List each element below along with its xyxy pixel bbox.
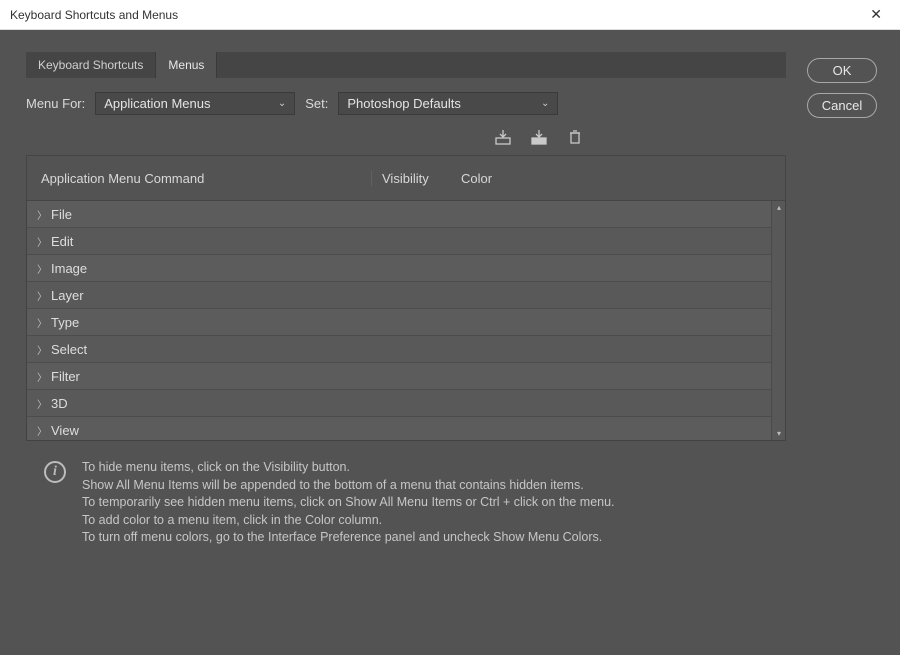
tabstrip: Keyboard Shortcuts Menus [26, 52, 786, 78]
tab-keyboard-shortcuts[interactable]: Keyboard Shortcuts [26, 52, 156, 78]
menu-for-label: Menu For: [26, 96, 85, 111]
side-column: OK Cancel [804, 52, 880, 635]
scroll-up-icon[interactable]: ▴ [772, 201, 786, 214]
close-icon[interactable]: ✕ [862, 2, 890, 27]
chevron-right-icon: 〉 [37, 396, 51, 411]
list-header: Application Menu Command Visibility Colo… [26, 155, 786, 201]
chevron-right-icon: 〉 [37, 342, 51, 357]
menu-row-type[interactable]: 〉Type [27, 309, 771, 336]
menu-row-view[interactable]: 〉View [27, 417, 771, 440]
cancel-button[interactable]: Cancel [807, 93, 877, 118]
chevron-right-icon: 〉 [37, 369, 51, 384]
scroll-down-icon[interactable]: ▾ [772, 427, 786, 440]
chevron-right-icon: 〉 [37, 315, 51, 330]
menu-label: Filter [51, 369, 80, 384]
titlebar: Keyboard Shortcuts and Menus ✕ [0, 0, 900, 30]
header-color[interactable]: Color [451, 171, 771, 186]
menu-label: 3D [51, 396, 68, 411]
tab-menus[interactable]: Menus [156, 52, 217, 78]
info-line: Show All Menu Items will be appended to … [82, 477, 615, 495]
info-text: To hide menu items, click on the Visibil… [82, 459, 615, 547]
save-set-as-icon[interactable] [528, 127, 550, 147]
menu-label: Edit [51, 234, 73, 249]
info-icon: i [44, 461, 66, 483]
menu-for-value: Application Menus [104, 96, 210, 111]
save-set-icon[interactable] [492, 127, 514, 147]
info-line: To hide menu items, click on the Visibil… [82, 459, 615, 477]
set-value: Photoshop Defaults [347, 96, 460, 111]
info-line: To add color to a menu item, click in th… [82, 512, 615, 530]
controls-row: Menu For: Application Menus ⌄ Set: Photo… [26, 78, 786, 125]
menu-rows: 〉File 〉Edit 〉Image 〉Layer 〉Type 〉Select … [27, 201, 771, 440]
menu-row-select[interactable]: 〉Select [27, 336, 771, 363]
delete-set-icon[interactable] [564, 127, 586, 147]
set-label: Set: [305, 96, 328, 111]
window-title: Keyboard Shortcuts and Menus [10, 8, 178, 22]
chevron-right-icon: 〉 [37, 261, 51, 276]
menu-for-select[interactable]: Application Menus ⌄ [95, 92, 295, 115]
menu-list: 〉File 〉Edit 〉Image 〉Layer 〉Type 〉Select … [26, 201, 786, 441]
menu-row-file[interactable]: 〉File [27, 201, 771, 228]
chevron-right-icon: 〉 [37, 288, 51, 303]
main-column: Keyboard Shortcuts Menus Menu For: Appli… [26, 52, 786, 635]
menu-label: Type [51, 315, 79, 330]
header-visibility[interactable]: Visibility [371, 171, 451, 186]
ok-button[interactable]: OK [807, 58, 877, 83]
set-select[interactable]: Photoshop Defaults ⌄ [338, 92, 558, 115]
menu-label: View [51, 423, 79, 438]
chevron-right-icon: 〉 [37, 234, 51, 249]
info-line: To turn off menu colors, go to the Inter… [82, 529, 615, 547]
menu-label: Image [51, 261, 87, 276]
menu-label: Select [51, 342, 87, 357]
dialog-body: Keyboard Shortcuts Menus Menu For: Appli… [0, 30, 900, 655]
menu-row-3d[interactable]: 〉3D [27, 390, 771, 417]
chevron-down-icon: ⌄ [278, 98, 286, 109]
scrollbar[interactable]: ▴ ▾ [771, 201, 785, 440]
menu-label: Layer [51, 288, 84, 303]
chevron-right-icon: 〉 [37, 423, 51, 438]
toolbar-icons [26, 125, 786, 155]
menu-row-layer[interactable]: 〉Layer [27, 282, 771, 309]
chevron-down-icon: ⌄ [541, 98, 549, 109]
menu-row-image[interactable]: 〉Image [27, 255, 771, 282]
menu-label: File [51, 207, 72, 222]
header-command: Application Menu Command [41, 171, 371, 186]
info-box: i To hide menu items, click on the Visib… [26, 441, 786, 547]
chevron-right-icon: 〉 [37, 207, 51, 222]
menu-row-edit[interactable]: 〉Edit [27, 228, 771, 255]
info-line: To temporarily see hidden menu items, cl… [82, 494, 615, 512]
menu-row-filter[interactable]: 〉Filter [27, 363, 771, 390]
